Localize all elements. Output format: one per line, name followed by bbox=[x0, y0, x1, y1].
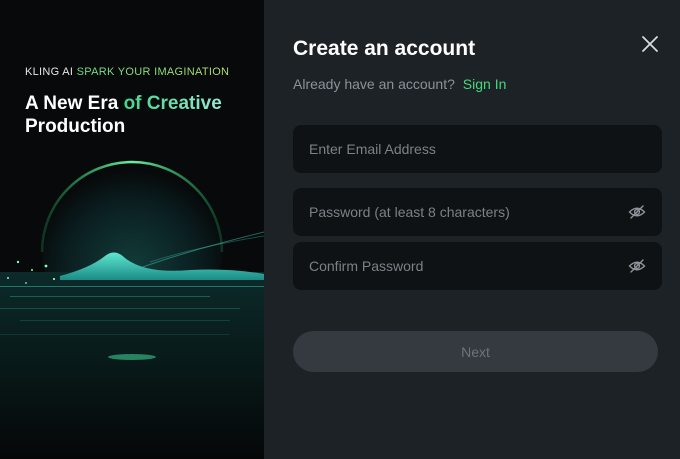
next-button[interactable]: Next bbox=[293, 331, 658, 372]
form-panel: Create an account Already have an accoun… bbox=[264, 0, 680, 459]
eye-icon[interactable] bbox=[628, 257, 646, 275]
brand-line: KLING AI SPARK YOUR IMAGINATION bbox=[25, 66, 229, 78]
eye-icon[interactable] bbox=[628, 203, 646, 221]
headline-part-1: A New Era bbox=[25, 93, 124, 114]
signin-prompt: Already have an account? bbox=[293, 76, 455, 92]
email-field bbox=[293, 125, 662, 173]
brand-name: KLING AI bbox=[25, 66, 74, 78]
close-icon[interactable] bbox=[640, 34, 660, 54]
password-input[interactable] bbox=[309, 188, 609, 236]
signup-modal: KLING AI SPARK YOUR IMAGINATION A New Er… bbox=[0, 0, 680, 459]
email-input[interactable] bbox=[309, 125, 609, 173]
hero-panel: KLING AI SPARK YOUR IMAGINATION A New Er… bbox=[0, 0, 264, 459]
password-field bbox=[293, 188, 662, 236]
confirm-password-field bbox=[293, 242, 662, 290]
headline-accent: of Creative bbox=[123, 93, 222, 114]
brand-tagline: SPARK YOUR IMAGINATION bbox=[76, 66, 230, 78]
water-surface bbox=[0, 272, 264, 459]
hero-headline: A New Era of Creative Production bbox=[25, 92, 255, 138]
signin-link[interactable]: Sign In bbox=[463, 76, 507, 92]
page-title: Create an account bbox=[293, 37, 476, 60]
confirm-password-input[interactable] bbox=[309, 242, 609, 290]
headline-part-2: Production bbox=[25, 116, 126, 137]
signin-row: Already have an account? Sign In bbox=[293, 76, 506, 92]
